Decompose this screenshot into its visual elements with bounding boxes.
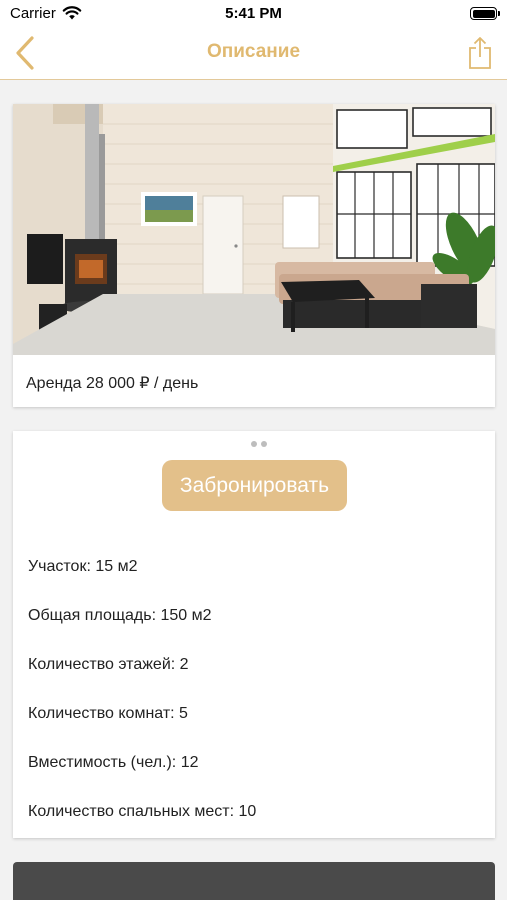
info-card: Забронировать Участок: 15 м2 Общая площа…	[13, 431, 495, 838]
spec-capacity: Вместимость (чел.): 12	[28, 754, 199, 771]
map-card	[13, 862, 495, 900]
battery-icon	[470, 7, 500, 20]
pagination-dot[interactable]	[241, 441, 247, 447]
spec-plot-area: Участок: 15 м2	[28, 558, 138, 575]
property-photo[interactable]	[13, 104, 495, 355]
spec-rooms: Количество комнат: 5	[28, 705, 188, 722]
spec-floors: Количество этажей: 2	[28, 656, 189, 673]
interior-photo-illustration	[13, 104, 495, 355]
share-button[interactable]	[465, 34, 495, 72]
book-button[interactable]: Забронировать	[162, 460, 347, 511]
photo-pagination[interactable]	[13, 441, 495, 451]
pagination-dot[interactable]	[261, 441, 267, 447]
nav-bar: Описание	[0, 28, 507, 80]
price-label: Аренда 28 000 ₽ / день	[26, 375, 199, 392]
page-title: Описание	[206, 41, 301, 62]
share-icon	[469, 37, 491, 69]
spec-beds: Количество спальных мест: 10	[28, 803, 257, 820]
clock: 5:41 PM	[225, 5, 282, 22]
status-bar: Carrier 5:41 PM	[0, 0, 507, 28]
spec-total-area: Общая площадь: 150 м2	[28, 607, 212, 624]
photo-card: Аренда 28 000 ₽ / день	[13, 104, 495, 447]
pagination-dot[interactable]	[251, 441, 257, 447]
